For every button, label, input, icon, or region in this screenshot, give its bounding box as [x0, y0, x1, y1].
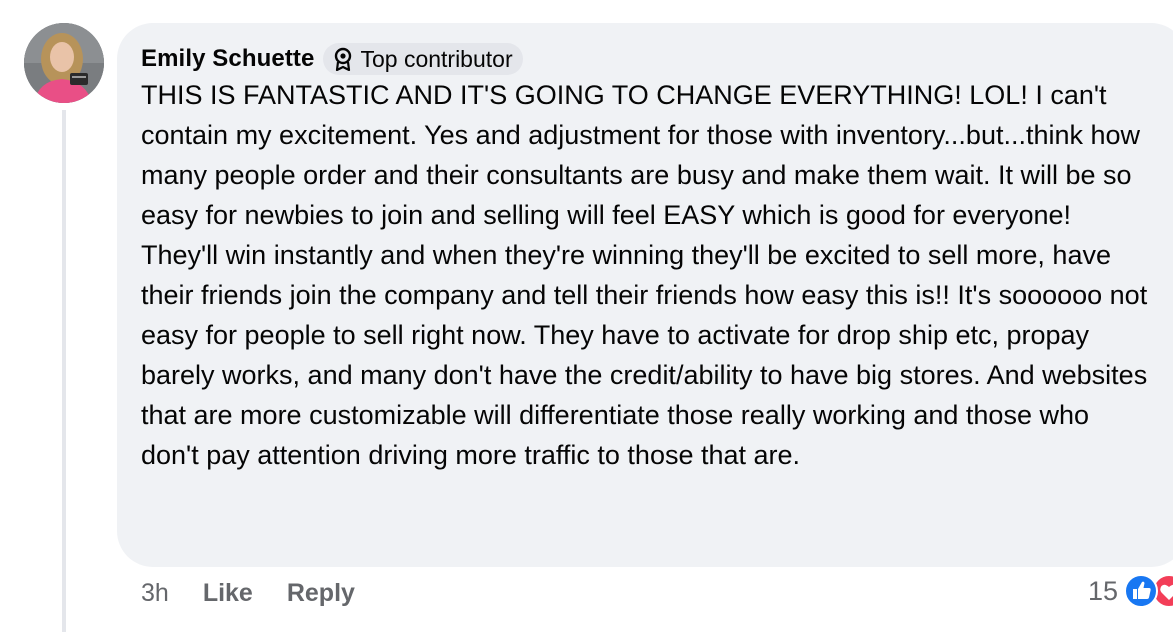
like-button[interactable]: Like	[203, 579, 253, 608]
comment-thread: Emily Schuette Top contributor THIS IS F…	[0, 0, 1173, 632]
comment-header: Emily Schuette Top contributor	[141, 42, 523, 76]
reactions-summary[interactable]: 15	[1088, 573, 1173, 609]
comment-body: THIS IS FANTASTIC AND IT'S GOING TO CHAN…	[141, 80, 1148, 470]
badge-label: Top contributor	[360, 45, 513, 72]
like-reaction-icon	[1124, 574, 1159, 608]
reaction-icons	[1124, 573, 1173, 609]
top-contributor-badge[interactable]: Top contributor	[323, 43, 523, 75]
badge-award-icon	[332, 47, 354, 72]
thread-connector-line	[62, 110, 66, 632]
reply-button[interactable]: Reply	[287, 579, 355, 608]
comment-timestamp[interactable]: 3h	[141, 579, 169, 608]
reaction-count: 15	[1088, 575, 1119, 606]
author-name[interactable]: Emily Schuette	[141, 45, 314, 73]
comment-actions: 3h Like Reply	[141, 575, 389, 611]
avatar[interactable]	[24, 23, 104, 103]
